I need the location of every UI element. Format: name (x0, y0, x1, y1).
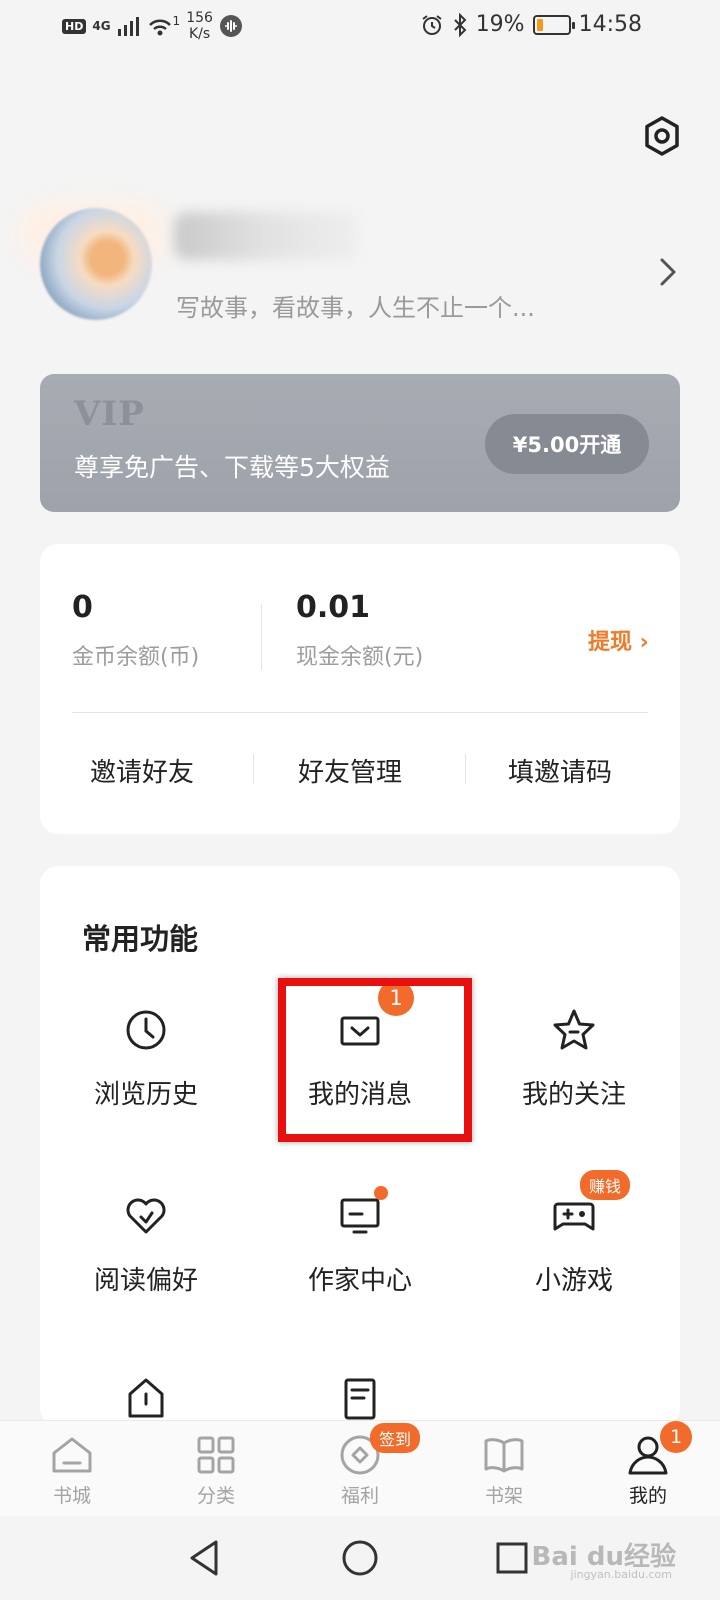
func-more-item[interactable] (336, 1374, 384, 1422)
heart-icon (126, 1198, 166, 1234)
recents-icon[interactable] (494, 1540, 530, 1576)
me-badge: 1 (660, 1421, 692, 1453)
coins-balance[interactable]: 0 金币余额(币) (72, 590, 199, 671)
watermark-url: jingyan.baidu.com (570, 1568, 672, 1581)
battery-percent: 19% (475, 12, 525, 37)
sign-in-badge: 签到 (370, 1423, 421, 1453)
func-label: 作家中心 (307, 1266, 412, 1296)
divider (465, 754, 466, 784)
common-functions-card: 常用功能 浏览历史 1 我的消息 我的关注 阅读偏好 作家中心 赚钱 小游戏 (40, 866, 680, 1426)
bluetooth-icon (453, 12, 467, 37)
cash-label: 现金余额(元) (296, 645, 424, 670)
alarm-icon (422, 14, 442, 35)
star-icon (553, 1009, 595, 1050)
wifi-icon (148, 19, 171, 36)
enter-invite-code-link[interactable]: 填邀请码 (508, 752, 612, 789)
avatar[interactable] (40, 208, 152, 320)
section-title: 常用功能 (82, 922, 199, 956)
username[interactable] (174, 212, 360, 260)
chevron-right-icon (660, 258, 676, 286)
network-speed: 156 K/s (186, 10, 213, 42)
earn-money-badge: 赚钱 (580, 1170, 631, 1200)
func-label: 浏览历史 (93, 1080, 198, 1110)
nav-label: 福利 (340, 1485, 379, 1507)
status-left: HD 4G 1 156 K/s (62, 10, 243, 42)
vip-description: 尊享免广告、下载等5大权益 (74, 453, 390, 482)
clock-icon (126, 1010, 166, 1050)
network-type: 4G (92, 19, 111, 33)
func-label: 小游戏 (534, 1266, 613, 1296)
manage-friends-link[interactable]: 好友管理 (298, 752, 402, 789)
status-bar: HD 4G 1 156 K/s 19% 14:58 (0, 0, 720, 56)
highlight-frame (278, 978, 472, 1142)
clock-time: 14:58 (578, 12, 642, 37)
coins-label: 金币余额(币) (72, 645, 200, 670)
signal-icon (117, 17, 139, 36)
nav-bookshelf[interactable]: 书架 (444, 1421, 564, 1517)
withdraw-link[interactable]: 提现 › (588, 624, 649, 656)
nav-welfare[interactable]: 签到 福利 (300, 1421, 421, 1517)
func-my-follows[interactable]: 我的关注 (484, 1006, 664, 1146)
bottom-nav: 书城 分类 签到 福利 书架 1 我的 (0, 1420, 720, 1516)
profile-arrow-button[interactable] (656, 255, 680, 289)
status-right: 19% 14:58 (420, 12, 642, 37)
func-browse-history[interactable]: 浏览历史 (56, 1006, 236, 1146)
nav-bookstore[interactable]: 书城 (12, 1421, 132, 1517)
voice-assistant-icon (219, 15, 242, 37)
document-icon (344, 1378, 376, 1420)
divider (261, 604, 262, 670)
cash-balance[interactable]: 0.01 现金余额(元) (296, 590, 423, 671)
settings-icon (645, 116, 679, 156)
vip-card[interactable]: VIP 尊享免广告、下载等5大权益 ¥5.00开通 (40, 374, 680, 512)
battery-icon (532, 14, 575, 35)
shield-icon (128, 1378, 164, 1418)
vip-activate-button[interactable]: ¥5.00开通 (485, 414, 649, 474)
invite-friends-link[interactable]: 邀请好友 (90, 752, 194, 789)
home-circle-icon[interactable] (340, 1538, 380, 1578)
nav-category[interactable]: 分类 (156, 1421, 276, 1517)
profile-bio: 写故事，看故事，人生不止一个... (176, 294, 535, 322)
balance-card: 0 金币余额(币) 0.01 现金余额(元) 提现 › 邀请好友 好友管理 填邀… (40, 544, 680, 834)
nav-label: 书城 (52, 1485, 91, 1507)
back-icon[interactable] (186, 1538, 222, 1578)
grid-icon (197, 1436, 235, 1474)
nav-me[interactable]: 1 我的 (588, 1421, 708, 1517)
wifi-sub: 1 (172, 14, 181, 28)
divider (72, 712, 648, 713)
cash-value: 0.01 (296, 590, 371, 625)
writer-center-dot (374, 1186, 388, 1200)
book-icon (484, 1438, 524, 1473)
home-icon (52, 1437, 92, 1473)
nav-label: 书架 (484, 1485, 523, 1507)
divider (253, 754, 254, 784)
func-mini-games[interactable]: 赚钱 小游戏 (484, 1170, 664, 1332)
func-writer-center[interactable]: 作家中心 (270, 1186, 450, 1332)
nav-label: 我的 (628, 1485, 667, 1507)
func-more-item[interactable] (122, 1374, 170, 1422)
coins-value: 0 (72, 590, 93, 625)
func-label: 我的关注 (521, 1080, 626, 1110)
nav-label: 分类 (196, 1485, 235, 1507)
vip-logo: VIP (74, 394, 145, 434)
hd-indicator: HD (62, 18, 87, 34)
func-label: 阅读偏好 (93, 1266, 198, 1296)
func-reading-preference[interactable]: 阅读偏好 (56, 1192, 236, 1332)
settings-button[interactable] (640, 114, 684, 158)
